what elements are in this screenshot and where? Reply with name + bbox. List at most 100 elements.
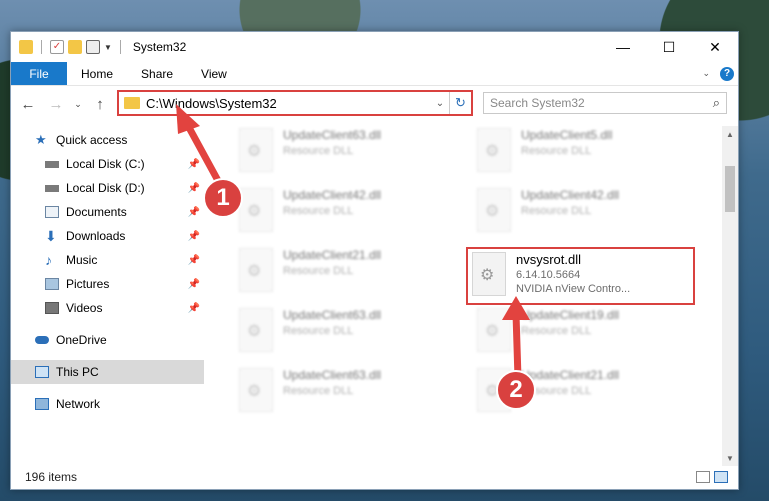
file-item[interactable]: UpdateClient42.dll Resource DLL [239, 188, 381, 232]
dll-file-icon [239, 248, 273, 292]
file-name: nvsysrot.dll [516, 252, 582, 267]
pin-icon[interactable]: 📌 [188, 183, 200, 194]
sidebar-item-videos[interactable]: Videos 📌 [11, 296, 204, 320]
dll-file-icon [239, 188, 273, 232]
up-arrow-icon[interactable]: ↑ [89, 93, 111, 115]
maximize-button[interactable]: ☐ [646, 32, 692, 62]
dll-file-icon [477, 188, 511, 232]
file-type: Resource DLL [283, 265, 354, 277]
dll-file-icon [239, 128, 273, 172]
pin-icon[interactable]: 📌 [188, 303, 200, 314]
videos-icon [45, 302, 59, 314]
scroll-down-icon[interactable]: ▼ [722, 450, 738, 466]
dll-file-icon [477, 308, 511, 352]
pin-icon[interactable]: 📌 [188, 159, 200, 170]
details-view-icon[interactable] [696, 471, 710, 483]
computer-icon [35, 366, 49, 378]
dll-file-icon [472, 252, 506, 296]
file-item[interactable]: UpdateClient63.dll Resource DLL [239, 308, 381, 352]
sidebar-item-label: Documents [66, 205, 127, 219]
minimize-button[interactable]: — [600, 32, 646, 62]
sidebar-item-label: Local Disk (C:) [66, 157, 145, 171]
file-explorer-window: ✓ ▼ System32 — ☐ ✕ File Home Share View … [10, 31, 739, 490]
file-type: Resource DLL [521, 145, 592, 157]
file-item[interactable]: UpdateClient5.dll Resource DLL [477, 128, 612, 172]
sidebar-item-label: Quick access [56, 133, 128, 147]
scroll-up-icon[interactable]: ▲ [722, 126, 738, 142]
sidebar-item-network[interactable]: Network [11, 392, 204, 416]
sidebar-item-downloads[interactable]: ⬇ Downloads 📌 [11, 224, 204, 248]
file-name: UpdateClient63.dll [283, 368, 382, 382]
selected-file-highlight[interactable]: nvsysrot.dll 6.14.10.5664 NVIDIA nView C… [466, 247, 695, 305]
refresh-icon[interactable]: ↻ [449, 92, 471, 114]
sidebar-item-label: Local Disk (D:) [66, 181, 145, 195]
sidebar-item-local-disk-d[interactable]: Local Disk (D:) 📌 [11, 176, 204, 200]
pin-icon[interactable]: 📌 [188, 279, 200, 290]
drive-icon [45, 160, 59, 168]
ribbon-right: ⌄ ? [702, 62, 738, 85]
sidebar-item-documents[interactable]: Documents 📌 [11, 200, 204, 224]
sidebar-item-onedrive[interactable]: OneDrive [11, 328, 204, 352]
chevron-down-icon[interactable]: ⌄ [431, 98, 449, 109]
dll-file-icon [239, 308, 273, 352]
vertical-scrollbar[interactable]: ▲ ▼ [722, 126, 738, 466]
large-icons-view-icon[interactable] [714, 471, 728, 483]
file-item[interactable]: UpdateClient63.dll Resource DLL [239, 368, 381, 412]
search-placeholder: Search System32 [490, 96, 585, 110]
title-bar: ✓ ▼ System32 — ☐ ✕ [11, 32, 738, 62]
scrollbar-thumb[interactable] [725, 166, 735, 212]
navigation-pane: ★ Quick access Local Disk (C:) 📌 Local D… [11, 126, 204, 466]
tab-view[interactable]: View [187, 62, 241, 85]
sidebar-item-music[interactable]: ♪ Music 📌 [11, 248, 204, 272]
dll-file-icon [239, 368, 273, 412]
sidebar-item-quick-access[interactable]: ★ Quick access [11, 128, 204, 152]
recent-locations-icon[interactable]: ⌄ [73, 93, 83, 115]
file-name: UpdateClient42.dll [521, 188, 620, 202]
dll-file-icon [477, 128, 511, 172]
file-name: UpdateClient5.dll [521, 128, 613, 142]
file-item[interactable]: UpdateClient19.dll Resource DLL [477, 308, 619, 352]
network-icon [35, 398, 49, 410]
sidebar-item-local-disk-c[interactable]: Local Disk (C:) 📌 [11, 152, 204, 176]
file-name: UpdateClient63.dll [283, 128, 382, 142]
pin-icon[interactable]: 📌 [188, 255, 200, 266]
file-type: Resource DLL [521, 325, 592, 337]
sidebar-item-pictures[interactable]: Pictures 📌 [11, 272, 204, 296]
file-version: 6.14.10.5664 [516, 269, 581, 281]
pin-icon[interactable]: 📌 [188, 207, 200, 218]
close-button[interactable]: ✕ [692, 32, 738, 62]
folder-icon [19, 40, 33, 54]
sidebar-item-label: Downloads [66, 229, 126, 243]
properties-icon[interactable]: ✓ [50, 40, 64, 54]
file-item[interactable]: UpdateClient21.dll Resource DLL [239, 248, 381, 292]
address-bar[interactable]: C:\Windows\System32 ⌄ ↻ [117, 90, 473, 116]
help-icon[interactable]: ? [720, 66, 734, 81]
sidebar-item-label: Music [66, 253, 98, 267]
tab-file[interactable]: File [11, 62, 67, 85]
sidebar-item-label: OneDrive [56, 333, 107, 347]
address-path[interactable]: C:\Windows\System32 [146, 96, 431, 111]
file-type: Resource DLL [283, 205, 354, 217]
view-toggle [696, 471, 728, 483]
sidebar-item-label: Pictures [66, 277, 110, 291]
search-icon[interactable]: ⌕ [713, 95, 720, 111]
callout-badge-2: 2 [496, 370, 536, 410]
pin-icon[interactable]: 📌 [188, 231, 200, 242]
chevron-down-icon[interactable]: ▼ [104, 43, 112, 52]
sidebar-item-this-pc[interactable]: This PC [11, 360, 204, 384]
star-icon: ★ [35, 132, 47, 147]
file-item-nvsysrot[interactable]: nvsysrot.dll 6.14.10.5664 NVIDIA nView C… [472, 252, 630, 296]
back-arrow-icon[interactable]: ← [17, 93, 39, 115]
file-item[interactable]: UpdateClient63.dll Resource DLL [239, 128, 381, 172]
customize-toolbar-icon[interactable] [86, 40, 100, 54]
file-item[interactable]: UpdateClient42.dll Resource DLL [477, 188, 619, 232]
tab-share[interactable]: Share [127, 62, 187, 85]
new-folder-icon[interactable] [68, 40, 82, 54]
search-input[interactable]: Search System32 ⌕ [483, 92, 727, 114]
sidebar-item-label: This PC [56, 365, 99, 379]
file-type: Resource DLL [283, 385, 354, 397]
callout-badge-1: 1 [203, 178, 243, 218]
tab-home[interactable]: Home [67, 62, 127, 85]
expand-ribbon-icon[interactable]: ⌄ [702, 68, 710, 79]
forward-arrow-icon[interactable]: → [45, 93, 67, 115]
